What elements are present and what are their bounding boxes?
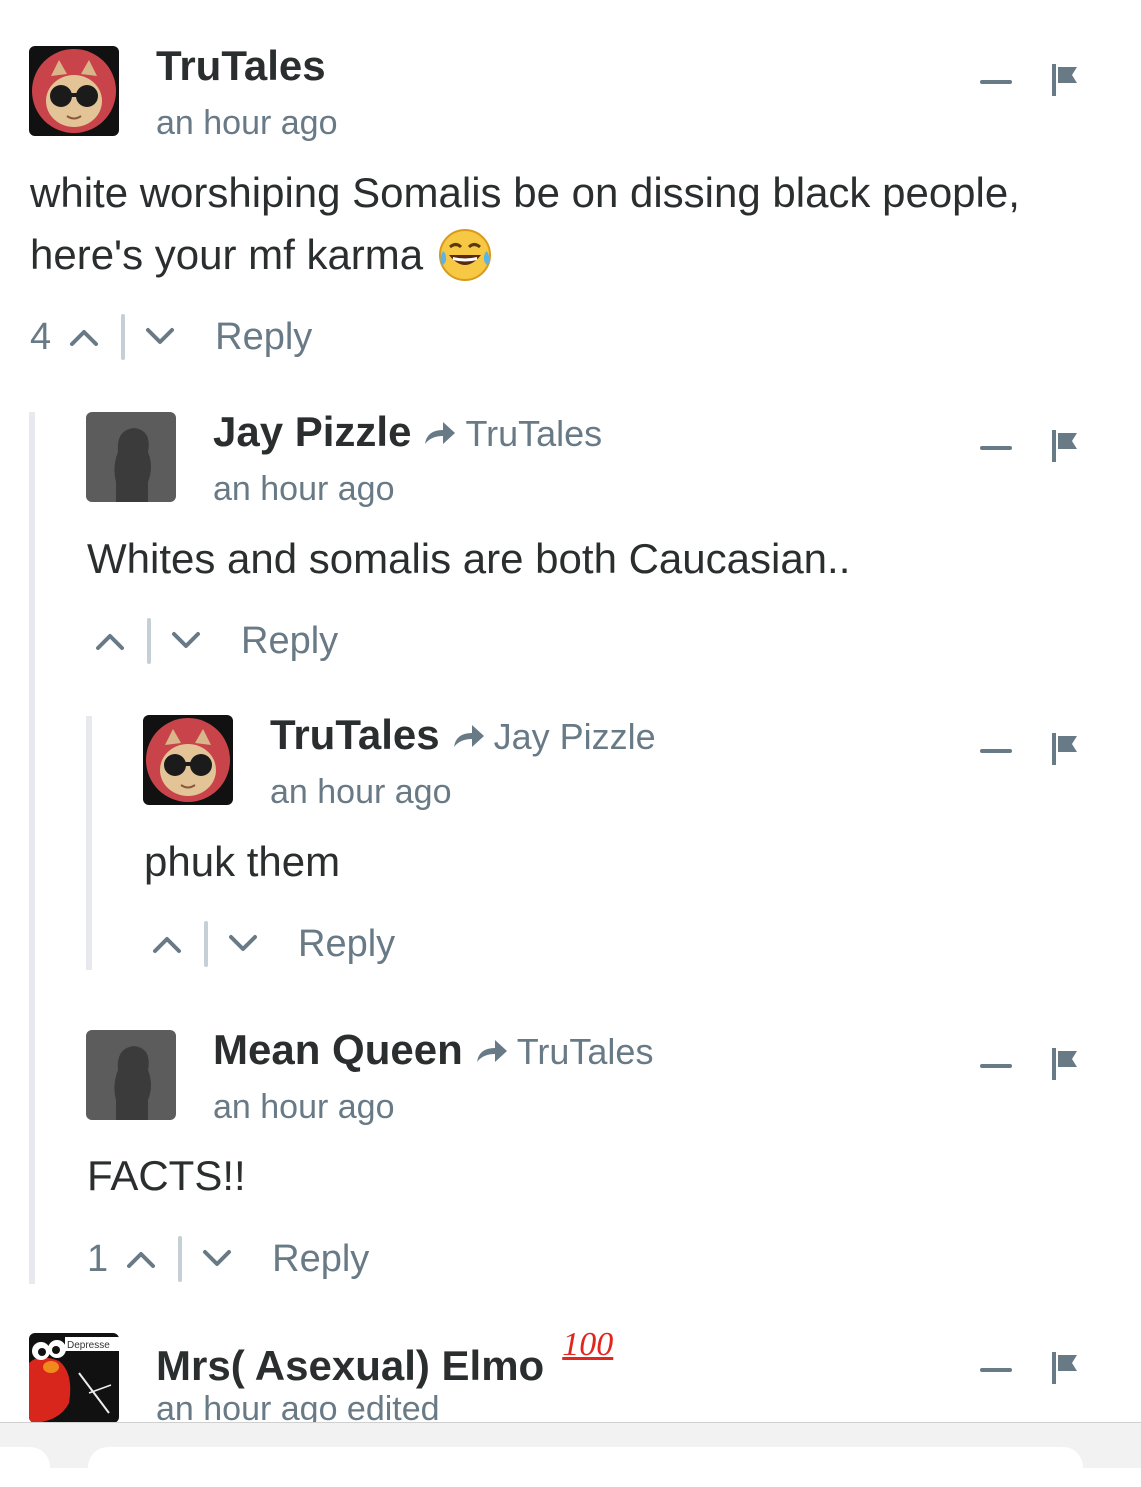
thread-indent-bar xyxy=(29,412,35,1284)
author-name[interactable]: TruTales xyxy=(270,711,440,759)
downvote-icon[interactable] xyxy=(145,327,175,347)
avatar[interactable] xyxy=(86,1030,176,1120)
parent-author-link[interactable]: TruTales xyxy=(465,413,602,455)
vote-separator xyxy=(121,314,126,360)
reply-button[interactable]: Reply xyxy=(272,1238,369,1281)
upvote-icon[interactable] xyxy=(126,1249,156,1269)
avatar[interactable] xyxy=(143,715,233,805)
comment-actions: 4 Reply xyxy=(30,312,312,362)
author-name[interactable]: Mrs( Asexual) Elmo xyxy=(156,1342,544,1390)
comment-actions: Reply xyxy=(95,616,338,666)
timestamp[interactable]: an hour ago xyxy=(213,470,395,509)
avatar-text: Depresse xyxy=(67,1340,110,1351)
downvote-icon[interactable] xyxy=(228,934,258,954)
comment-actions: Reply xyxy=(152,919,395,969)
hundred-points-text: 100 xyxy=(562,1326,614,1363)
parent-author-link[interactable]: Jay Pizzle xyxy=(494,716,656,758)
comment-body: phuk them xyxy=(144,838,341,885)
vote-separator xyxy=(178,1236,183,1282)
upvote-icon[interactable] xyxy=(95,631,125,651)
default-silhouette-avatar-icon xyxy=(86,412,176,502)
reply-arrow-icon xyxy=(476,1040,507,1062)
comment-input-pill[interactable] xyxy=(88,1447,1083,1487)
vote-separator xyxy=(204,921,208,967)
minus-icon[interactable] xyxy=(980,1064,1012,1068)
flag-icon[interactable] xyxy=(1052,1048,1078,1080)
flag-icon[interactable] xyxy=(1052,430,1078,462)
reply-button[interactable]: Reply xyxy=(215,316,312,359)
author-name[interactable]: TruTales xyxy=(156,42,326,90)
timestamp[interactable]: an hour ago xyxy=(156,104,338,143)
author-name[interactable]: Mean Queen xyxy=(213,1026,463,1074)
flag-icon[interactable] xyxy=(1052,733,1078,765)
vote-count: 1 xyxy=(87,1237,109,1280)
reply-arrow-icon xyxy=(425,422,456,444)
bottom-toolbar xyxy=(0,1422,1141,1487)
minus-icon[interactable] xyxy=(980,749,1012,753)
minus-icon[interactable] xyxy=(980,446,1012,450)
reply-button[interactable]: Reply xyxy=(298,923,395,966)
laughing-tears-emoji xyxy=(439,229,492,281)
downvote-icon[interactable] xyxy=(171,631,201,651)
cat-sunglasses-avatar-icon xyxy=(143,715,233,805)
timestamp[interactable]: an hour ago xyxy=(270,773,452,812)
comment-body: white worshiping Somalis be on dissing b… xyxy=(30,162,1120,286)
vote-separator xyxy=(147,618,151,664)
downvote-icon[interactable] xyxy=(202,1249,232,1269)
cat-sunglasses-avatar-icon xyxy=(29,46,119,136)
hundred-points-emoji: 100 xyxy=(562,1326,613,1380)
comment-body: FACTS!! xyxy=(87,1152,246,1199)
flag-icon[interactable] xyxy=(1052,1352,1078,1384)
minus-icon[interactable] xyxy=(980,1368,1012,1372)
author-name[interactable]: Jay Pizzle xyxy=(213,408,411,456)
reply-arrow-icon xyxy=(453,725,484,747)
upvote-icon[interactable] xyxy=(69,327,99,347)
comment-body: Whites and somalis are both Caucasian.. xyxy=(87,535,851,582)
thread-indent-bar xyxy=(86,716,92,970)
avatar[interactable] xyxy=(29,46,119,136)
default-silhouette-avatar-icon xyxy=(86,1030,176,1120)
upvote-icon[interactable] xyxy=(152,934,182,954)
parent-author-link[interactable]: TruTales xyxy=(517,1031,654,1073)
avatar[interactable]: Depresse xyxy=(29,1333,119,1423)
timestamp[interactable]: an hour ago xyxy=(213,1088,395,1127)
bottom-left-pill[interactable] xyxy=(0,1447,50,1487)
flag-icon[interactable] xyxy=(1052,64,1078,96)
reply-button[interactable]: Reply xyxy=(241,620,338,663)
minus-icon[interactable] xyxy=(980,80,1012,84)
avatar[interactable] xyxy=(86,412,176,502)
vote-count: 4 xyxy=(30,315,52,358)
comment-actions: 1 Reply xyxy=(87,1234,369,1284)
elmo-avatar-icon: Depresse xyxy=(29,1333,119,1423)
